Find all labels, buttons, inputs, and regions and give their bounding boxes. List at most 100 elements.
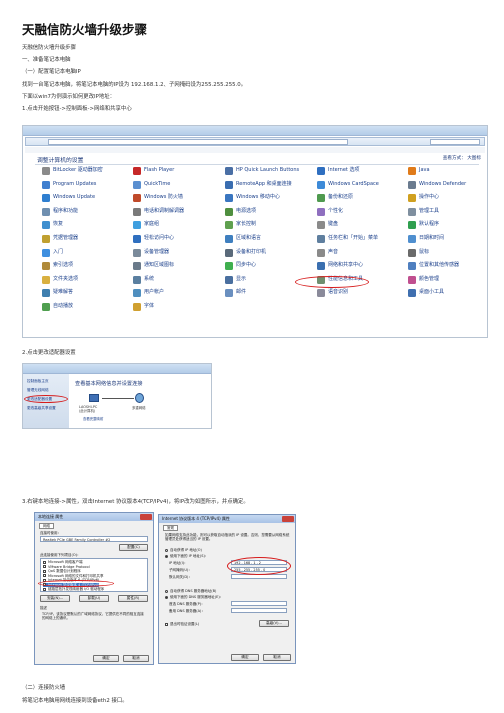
control-panel-icon (42, 275, 50, 284)
step-text: 3.右键本地连接->属性，双击Internet 协议版本4(TCP/IPv4)，… (22, 499, 249, 505)
divider (35, 164, 479, 165)
control-panel-item: 设备管理器 (133, 248, 214, 257)
document-page: 天融信防火墙升级步骤 天融信防火墙升级步骤 一、准备笔记本电脑 （一）配置笔记本… (0, 0, 504, 713)
control-panel-item: 程序和功能 (42, 207, 123, 216)
subsection-heading: （二）连接防火墙 (22, 685, 66, 691)
control-panel-icon (133, 248, 141, 257)
control-panel-icon (317, 262, 325, 271)
computer-label: LAOSHI-PC (此计算机) (79, 405, 98, 413)
control-panel-item: 日期和时间 (408, 235, 487, 243)
ip-settings-screenshot: 本地连接 属性 网络 连接时使用： Realtek PCIe GBE Famil… (34, 512, 298, 667)
close-icon (140, 514, 152, 520)
uninstall-button: 卸载(U) (79, 595, 109, 602)
control-panel-item: Windows 移动中心 (225, 194, 306, 203)
control-panel-icon (42, 180, 50, 189)
cancel-button: 取消 (263, 654, 291, 661)
control-panel-icon (225, 275, 233, 284)
control-panel-icon (317, 167, 325, 175)
auto-dns-radio: 自动获得 DNS 服务器地址(B) (165, 589, 216, 593)
control-panel-icon (225, 235, 233, 243)
control-panel-icon (42, 235, 50, 243)
dns1-label: 首选 DNS 服务器(P)： (169, 602, 205, 606)
control-panel-item: 文件夹选项 (42, 275, 123, 284)
control-panel-item: Windows Update (42, 194, 123, 203)
network-label: 多重网络 (132, 406, 146, 410)
control-panel-icon (408, 275, 416, 284)
doc-line: 天融信防火墙升级步骤 (22, 45, 76, 51)
control-panel-item: Flash Player (133, 167, 214, 175)
control-panel-icon (317, 289, 325, 298)
highlight-circle (24, 395, 68, 403)
control-panel-icon (317, 180, 325, 189)
window-titlebar (23, 126, 487, 136)
control-panel-item: 声音 (317, 248, 398, 257)
auto-ip-radio: 自动获得 IP 地址(O) (165, 548, 202, 552)
sidebar-item-home: 控制面板主页 (27, 379, 49, 383)
local-connection-dialog: 本地连接 属性 网络 连接时使用： Realtek PCIe GBE Famil… (34, 512, 154, 665)
control-panel-icon (408, 289, 416, 298)
control-panel-item: BitLocker 驱动器加密 (42, 167, 123, 175)
control-panel-icon (225, 207, 233, 216)
ipv4-dialog: Internet 协议版本 4 (TCP/IPv4) 属性 常规 如果网络支持此… (158, 514, 296, 664)
control-panel-item: 字体 (133, 303, 214, 311)
control-panel-item: HP Quick Launch Buttons (225, 167, 306, 175)
control-panel-item: Windows 防火墙 (133, 194, 214, 203)
control-panel-icon (225, 221, 233, 230)
control-panel-item: 键盘 (317, 221, 398, 230)
network-heading: 查看基本网络信息并设置连接 (75, 381, 143, 387)
control-panel-icon (225, 167, 233, 175)
control-panel-icon (133, 303, 141, 311)
control-panel-item: 电源选项 (225, 207, 306, 216)
control-panel-item: 管理工具 (408, 207, 487, 216)
control-panel-icon (42, 194, 50, 203)
control-panel-item: 区域和语言 (225, 235, 306, 243)
control-panel-icon (225, 194, 233, 203)
install-button: 安装(N)... (40, 595, 70, 602)
ip-label: IP 地址(I)： (169, 561, 188, 565)
control-panel-item: 邮件 (225, 289, 306, 298)
control-panel-icon (408, 235, 416, 243)
uses-label: 此连接使用下列项目(O)： (40, 553, 81, 557)
network-icon (135, 393, 144, 403)
control-panel-item: 自动播放 (42, 303, 123, 311)
tab-general: 常规 (163, 525, 178, 532)
control-panel-item: 语音识别 (317, 289, 398, 298)
control-panel-icon (408, 194, 416, 203)
advanced-button: 高级(V)... (259, 620, 289, 627)
control-panel-item: 设备和打印机 (225, 248, 306, 257)
control-panel-icon (42, 262, 50, 271)
control-panel-icon (42, 248, 50, 257)
full-map-link: 查看完整映射 (83, 417, 104, 421)
control-panel-item: 颜色管理 (408, 275, 487, 284)
control-panel-item: 默认程序 (408, 221, 487, 230)
page-title: 天融信防火墙升级步骤 (22, 22, 148, 37)
network-center-screenshot: 控制面板主页 管理无线网络 更改适配器设置 更改高级共享设置 查看基本网络信息并… (22, 363, 212, 429)
control-panel-icon (317, 194, 325, 203)
control-panel-item: 恢复 (42, 221, 123, 230)
control-panel-item: 轻松访问中心 (133, 235, 214, 243)
control-panel-icon (408, 248, 416, 257)
connection-line (102, 398, 134, 399)
sidebar-item-advanced: 更改高级共享设置 (27, 406, 56, 410)
control-panel-icon (42, 289, 50, 298)
control-panel-icon (225, 180, 233, 189)
config-button: 配置(C) (119, 544, 148, 551)
control-panel-item: 用户帐户 (133, 289, 214, 298)
control-panel-icon (133, 207, 141, 216)
control-panel-icon (317, 235, 325, 243)
control-panel-icon (133, 180, 141, 189)
list-item: 链路层拓扑发现映射器 I/O 驱动程序 (43, 587, 104, 591)
control-panel-item: 索引选项 (42, 262, 123, 271)
control-panel-icon (317, 248, 325, 257)
adapter-box: Realtek PCIe GBE Family Controller #2 (40, 536, 148, 542)
control-panel-icon (225, 289, 233, 298)
control-panel-item: 电话和调制解调器 (133, 207, 214, 216)
control-panel-item: 鼠标 (408, 248, 487, 257)
highlight-circle (38, 580, 114, 587)
control-panel-item: Internet 选项 (317, 167, 398, 175)
step-text: 2.点击更改适配器设置 (22, 350, 76, 356)
highlight-circle (295, 276, 369, 288)
control-panel-icon (42, 303, 50, 311)
connect-using-label: 连接时使用： (40, 531, 61, 535)
protocol-list: Microsoft 网络客户端 VMware Bridge Protocol Q… (40, 558, 148, 592)
